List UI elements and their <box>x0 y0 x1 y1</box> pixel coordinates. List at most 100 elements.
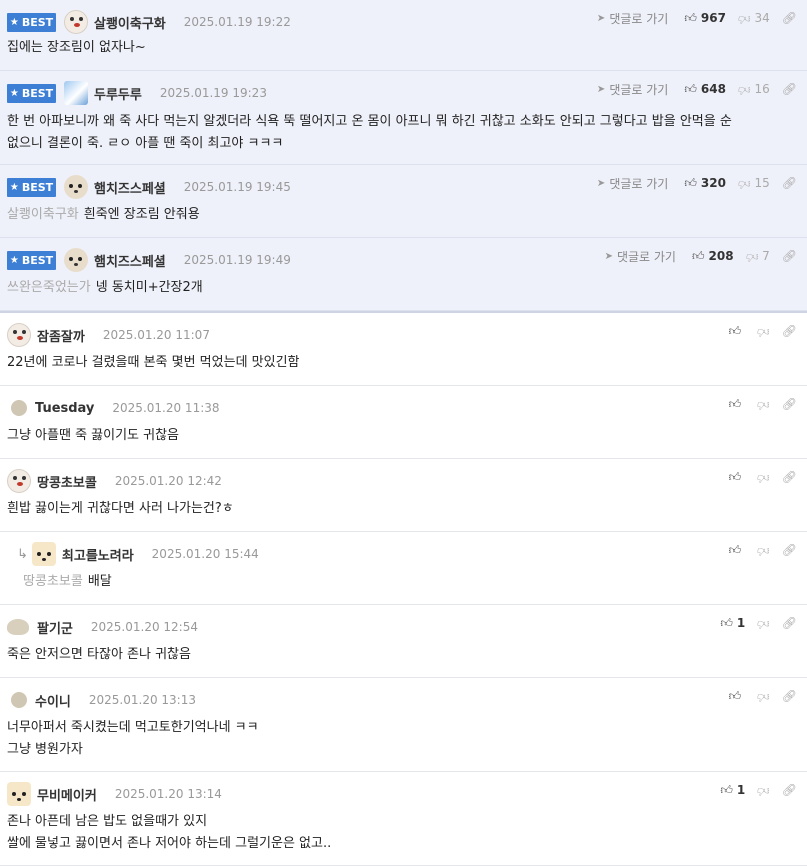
nickname[interactable]: 햄치즈스페셜 <box>94 251 166 270</box>
link-icon[interactable]: 🔗︎ <box>782 689 797 703</box>
avatar[interactable] <box>7 619 29 635</box>
nickname[interactable]: 잠좀잘까 <box>37 326 85 345</box>
avatar[interactable] <box>64 248 88 272</box>
thumbs-down-icon: 👍︎ <box>757 689 770 704</box>
best-badge: ★ BEST <box>7 250 56 270</box>
upvote-button[interactable]: 👍︎ <box>729 324 746 339</box>
comment-text: 너무아퍼서 죽시켰는데 먹고토한기억나네 ㅋㅋ 그냥 병원가자 <box>7 720 259 757</box>
upvote-button[interactable]: 👍︎ 967 <box>684 11 726 26</box>
link-icon[interactable]: 🔗︎ <box>782 783 797 797</box>
downvote-button[interactable]: 👍︎ <box>757 783 770 798</box>
avatar[interactable] <box>7 323 31 347</box>
comment-text: 흰밥 끓이는게 귀찮다면 사러 나가는건?ㅎ <box>7 501 234 516</box>
timestamp: 2025.01.20 15:44 <box>151 547 259 561</box>
comment: 무비메이커 2025.01.20 13:14 👍︎ 1 👍︎ 🔗︎ 존나 아픈데 … <box>0 772 807 866</box>
thumbs-up-icon: 👍︎ <box>684 175 697 190</box>
upvote-button[interactable]: 👍︎ 320 <box>684 176 726 191</box>
thumbs-down-icon: 👍︎ <box>737 11 751 26</box>
arrow-icon: ➤ <box>604 250 613 262</box>
comment-text: 땅콩초보콜 배달 <box>23 574 112 589</box>
reply-target-nick[interactable]: 땅콩초보콜 <box>23 574 83 589</box>
goto-comment-link[interactable]: ➤ 댓글로 가기 <box>597 175 668 192</box>
avatar[interactable] <box>64 10 88 34</box>
comment-text: 죽은 안저으면 타잖아 존나 귀찮음 <box>7 647 191 662</box>
thumbs-up-icon: 👍︎ <box>684 81 697 96</box>
timestamp: 2025.01.19 19:23 <box>159 86 267 100</box>
avatar[interactable] <box>7 469 31 493</box>
downvote-button[interactable]: 👍︎ 15 <box>738 176 770 191</box>
upvote-button[interactable]: 👍︎ <box>729 689 746 704</box>
comment: Tuesday 2025.01.20 11:38 👍︎ 👍︎ 🔗︎ 그냥 아플땐… <box>0 386 807 459</box>
link-icon[interactable]: 🔗︎ <box>782 543 797 557</box>
thumbs-down-icon: 👍︎ <box>757 324 770 339</box>
comment-text: 존나 아픈데 남은 밥도 없을때가 있지 쌀에 물넣고 끓이면서 존나 저어야 … <box>7 814 332 851</box>
reply-arrow-icon: ↳ <box>17 546 28 562</box>
link-icon[interactable]: 🔗︎ <box>782 324 797 338</box>
upvote-button[interactable]: 👍︎ <box>729 543 746 558</box>
link-icon[interactable]: 🔗︎ <box>782 176 797 190</box>
downvote-button[interactable]: 👍︎ <box>757 324 770 339</box>
nickname[interactable]: 수이니 <box>35 691 71 710</box>
avatar[interactable] <box>31 542 56 566</box>
upvote-button[interactable]: 👍︎ 1 <box>720 783 745 798</box>
comment: 땅콩초보콜 2025.01.20 12:42 👍︎ 👍︎ 🔗︎ 흰밥 끓이는게 … <box>0 459 807 532</box>
best-badge: ★ BEST <box>7 177 56 197</box>
comment: 수이니 2025.01.20 13:13 👍︎ 👍︎ 🔗︎ 너무아퍼서 죽시켰는… <box>0 678 807 772</box>
downvote-button[interactable]: 👍︎ 7 <box>746 249 770 264</box>
star-icon: ★ <box>9 181 19 193</box>
upvote-button[interactable]: 👍︎ 648 <box>684 82 726 97</box>
nickname[interactable]: 살쾡이축구화 <box>94 13 166 32</box>
goto-comment-link[interactable]: ➤ 댓글로 가기 <box>597 81 668 98</box>
nickname[interactable]: 햄치즈스페셜 <box>94 178 166 197</box>
upvote-button[interactable]: 👍︎ 208 <box>692 249 734 264</box>
avatar[interactable] <box>64 81 88 105</box>
reply-target-nick[interactable]: 쓰완은죽었는가 <box>7 280 91 295</box>
link-icon[interactable]: 🔗︎ <box>782 616 797 630</box>
avatar[interactable] <box>11 692 27 708</box>
best-badge: ★ BEST <box>7 83 56 103</box>
downvote-button[interactable]: 👍︎ <box>757 543 770 558</box>
goto-comment-link[interactable]: ➤ 댓글로 가기 <box>597 10 668 27</box>
star-icon: ★ <box>9 16 19 28</box>
best-comment: ★ BEST 두루두루 2025.01.19 19:23 ➤ 댓글로 가기 👍︎ 64… <box>0 71 807 165</box>
upvote-button[interactable]: 👍︎ <box>729 470 746 485</box>
downvote-button[interactable]: 👍︎ <box>757 397 770 412</box>
link-icon[interactable]: 🔗︎ <box>782 397 797 411</box>
downvote-button[interactable]: 👍︎ <box>757 689 770 704</box>
thumbs-up-icon: 👍︎ <box>728 323 742 338</box>
nickname[interactable]: 두루두루 <box>94 84 142 103</box>
avatar[interactable] <box>7 782 31 806</box>
downvote-button[interactable]: 👍︎ <box>757 470 770 485</box>
link-icon[interactable]: 🔗︎ <box>782 11 797 25</box>
goto-comment-link[interactable]: ➤ 댓글로 가기 <box>605 248 676 265</box>
upvote-button[interactable]: 👍︎ <box>729 397 746 412</box>
reply-target-nick[interactable]: 살쾡이축구화 <box>7 207 79 222</box>
best-comment: ★ BEST 살쾡이축구화 2025.01.19 19:22 ➤ 댓글로 가기 👍︎… <box>0 0 807 71</box>
nickname[interactable]: Tuesday <box>35 401 94 416</box>
star-icon: ★ <box>9 87 19 99</box>
upvote-button[interactable]: 👍︎ 1 <box>720 616 745 631</box>
downvote-button[interactable]: 👍︎ 34 <box>738 11 770 26</box>
star-icon: ★ <box>9 254 19 266</box>
nickname[interactable]: 무비메이커 <box>37 785 97 804</box>
timestamp: 2025.01.19 19:22 <box>183 15 291 29</box>
arrow-icon: ➤ <box>596 83 606 95</box>
avatar[interactable] <box>64 175 88 199</box>
downvote-button[interactable]: 👍︎ <box>757 616 770 631</box>
nickname[interactable]: 땅콩초보콜 <box>37 472 97 491</box>
timestamp: 2025.01.20 11:38 <box>112 401 220 415</box>
link-icon[interactable]: 🔗︎ <box>782 470 797 484</box>
avatar[interactable] <box>11 400 27 416</box>
comment-text: 그냥 아플땐 죽 끓이기도 귀찮음 <box>7 428 180 443</box>
link-icon[interactable]: 🔗︎ <box>782 249 797 263</box>
arrow-icon: ➤ <box>596 12 606 24</box>
link-icon[interactable]: 🔗︎ <box>782 82 797 96</box>
thumbs-down-icon: 👍︎ <box>745 249 759 264</box>
nickname[interactable]: 최고를노려라 <box>62 545 134 564</box>
downvote-button[interactable]: 👍︎ 16 <box>738 82 770 97</box>
thumbs-up-icon: 👍︎ <box>728 469 742 484</box>
best-comment: ★ BEST 햄치즈스페셜 2025.01.19 19:49 ➤ 댓글로 가기 👍︎… <box>0 238 807 311</box>
timestamp: 2025.01.20 11:07 <box>102 328 210 342</box>
nickname[interactable]: 팔기군 <box>37 618 73 637</box>
comment-text: 살쾡이축구화 흰죽엔 장조림 안줘용 <box>7 207 200 222</box>
